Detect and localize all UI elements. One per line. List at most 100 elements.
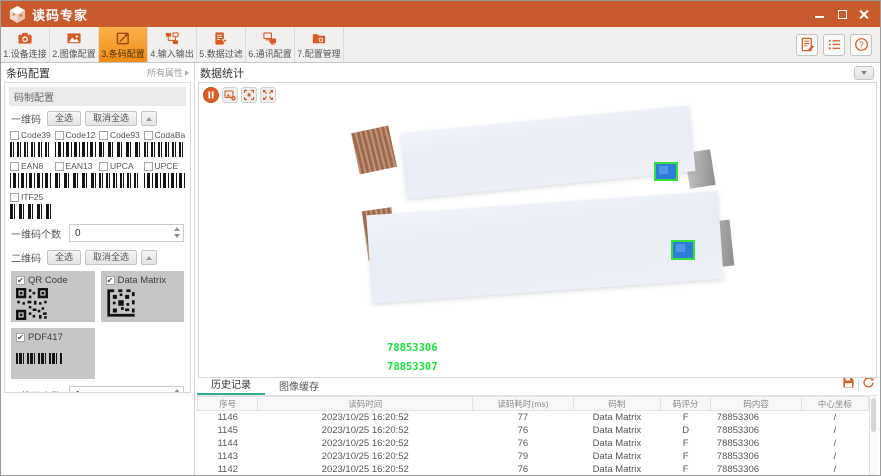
- toolbar-tab-2[interactable]: 2.图像配置: [50, 27, 99, 62]
- expand-arrows-icon: [262, 89, 274, 101]
- column-header[interactable]: 读码耗时(ms): [473, 397, 574, 411]
- twod-collapse-button[interactable]: [141, 250, 157, 265]
- twod-deselect-all-button[interactable]: 取消全选: [85, 250, 137, 265]
- spin-down-icon[interactable]: [174, 234, 180, 238]
- barcode-type-item[interactable]: EAN13: [55, 161, 97, 188]
- barcode-type-item[interactable]: UPCE: [144, 161, 186, 188]
- checkbox[interactable]: [10, 193, 19, 202]
- checkbox[interactable]: [144, 162, 153, 171]
- table-row[interactable]: 11462023/10/25 16:20:5277Data MatrixF788…: [198, 411, 869, 425]
- list-icon: [827, 37, 842, 52]
- twod-type-tile[interactable]: ✔Data Matrix: [101, 271, 185, 322]
- twod-type-tile[interactable]: ✔PDF417: [11, 328, 95, 379]
- toolbar-tab-3[interactable]: 3.条码配置: [99, 27, 148, 62]
- maximize-button[interactable]: [837, 9, 847, 19]
- twod-count-spinner[interactable]: [69, 386, 184, 393]
- toolbar-tab-label: 5.数据过滤: [199, 47, 243, 60]
- checkbox[interactable]: ✔: [16, 276, 25, 285]
- barcode-type-item[interactable]: ITF25: [10, 192, 52, 219]
- column-header[interactable]: 读码时间: [258, 397, 473, 411]
- checkbox[interactable]: [144, 131, 153, 140]
- barcode-sample-image: [99, 173, 141, 188]
- barcode-type-item[interactable]: Code128: [55, 130, 97, 157]
- table-cell: 78853306: [711, 424, 802, 437]
- oned-label: 一维码: [11, 111, 41, 126]
- right-panel-title: 数据统计: [200, 65, 244, 81]
- oned-count-spinner[interactable]: [69, 224, 184, 242]
- log-button[interactable]: [796, 34, 818, 56]
- table-cell: 1146: [198, 411, 258, 425]
- pause-button[interactable]: [203, 87, 219, 103]
- barcode-type-item[interactable]: EAN8: [10, 161, 52, 188]
- checkbox[interactable]: [99, 131, 108, 140]
- table-scrollbar[interactable]: [869, 396, 877, 475]
- image-settings-icon: [224, 89, 236, 101]
- twod-select-all-button[interactable]: 全选: [47, 250, 81, 265]
- toolbar-tab-4[interactable]: 4.输入输出: [148, 27, 197, 62]
- spin-up-icon[interactable]: [174, 227, 180, 231]
- table-cell: Data Matrix: [573, 411, 660, 425]
- toolbar-tab-7[interactable]: 7.配置管理: [295, 27, 344, 62]
- svg-text:?: ?: [859, 40, 864, 49]
- chevron-up-icon: [146, 256, 152, 260]
- fit-view-button[interactable]: [241, 87, 257, 103]
- fit-view-icon: [243, 89, 255, 101]
- column-header[interactable]: 中心坐标: [801, 397, 868, 411]
- column-header[interactable]: 码制: [573, 397, 660, 411]
- help-button[interactable]: ?: [850, 34, 872, 56]
- spin-up-icon[interactable]: [174, 389, 180, 393]
- history-panel: 历史记录 图像缓存: [197, 380, 877, 475]
- checkbox[interactable]: ✔: [16, 333, 25, 342]
- twod-count-row: 二维码个数: [5, 381, 190, 393]
- checkbox[interactable]: [55, 131, 64, 140]
- barcode-sample-image: [10, 142, 52, 157]
- image-settings-button[interactable]: [222, 87, 238, 103]
- barcode-type-item[interactable]: CodaBar: [144, 130, 186, 157]
- close-button[interactable]: [859, 9, 869, 19]
- twod-count-input[interactable]: [70, 390, 183, 394]
- all-properties-link[interactable]: 所有属性: [147, 66, 189, 79]
- image-viewer[interactable]: 78853306 78853307: [198, 82, 877, 378]
- barcode-type-item[interactable]: Code39: [10, 130, 52, 157]
- checkbox[interactable]: [10, 162, 19, 171]
- scrollbar-thumb[interactable]: [871, 398, 876, 432]
- checkbox[interactable]: ✔: [106, 276, 115, 285]
- fullscreen-button[interactable]: [260, 87, 276, 103]
- oned-collapse-button[interactable]: [141, 111, 157, 126]
- table-row[interactable]: 11452023/10/25 16:20:5276Data MatrixD788…: [198, 424, 869, 437]
- save-button[interactable]: [842, 376, 855, 394]
- tab-history[interactable]: 历史记录: [197, 375, 265, 395]
- panel-expand-button[interactable]: [854, 66, 874, 80]
- twod-tiles: ✔QR Code✔Data Matrix✔PDF417: [5, 269, 190, 381]
- oned-count-input[interactable]: [70, 228, 183, 239]
- table-cell: 78853306: [711, 411, 802, 425]
- barcode-type-label: Code128: [66, 130, 97, 140]
- toolbar-tab-6[interactable]: 6.通讯配置: [246, 27, 295, 62]
- barcode-type-label: UPCA: [110, 161, 134, 171]
- barcode-type-item[interactable]: UPCA: [99, 161, 141, 188]
- table-cell: 78853306: [711, 450, 802, 463]
- column-header[interactable]: 码内容: [711, 397, 802, 411]
- toolbar-tab-1[interactable]: 1.设备连接: [1, 27, 50, 62]
- table-header-row: 序号读码时间读码耗时(ms)码制码评分码内容中心坐标: [198, 397, 869, 411]
- column-header[interactable]: 序号: [198, 397, 258, 411]
- table-row[interactable]: 11442023/10/25 16:20:5276Data MatrixF788…: [198, 437, 869, 450]
- checkbox[interactable]: [10, 131, 19, 140]
- list-button[interactable]: [823, 34, 845, 56]
- clear-button[interactable]: [862, 376, 875, 394]
- barcode-type-item[interactable]: Code93: [99, 130, 141, 157]
- twod-type-tile[interactable]: ✔QR Code: [11, 271, 95, 322]
- table-row[interactable]: 11432023/10/25 16:20:5279Data MatrixF788…: [198, 450, 869, 463]
- table-cell: 79: [473, 450, 574, 463]
- tab-image-cache[interactable]: 图像缓存: [265, 377, 333, 395]
- pdf417-image: [16, 353, 62, 364]
- oned-select-all-button[interactable]: 全选: [47, 111, 81, 126]
- table-row[interactable]: 11422023/10/25 16:20:5276Data MatrixF788…: [198, 463, 869, 475]
- checkbox[interactable]: [99, 162, 108, 171]
- checkbox[interactable]: [55, 162, 64, 171]
- column-header[interactable]: 码评分: [660, 397, 710, 411]
- toolbar-tab-5[interactable]: 5.数据过滤: [197, 27, 246, 62]
- minimize-button[interactable]: [815, 9, 825, 19]
- oned-deselect-all-button[interactable]: 取消全选: [85, 111, 137, 126]
- toolbar-tab-label: 3.条码配置: [101, 47, 145, 60]
